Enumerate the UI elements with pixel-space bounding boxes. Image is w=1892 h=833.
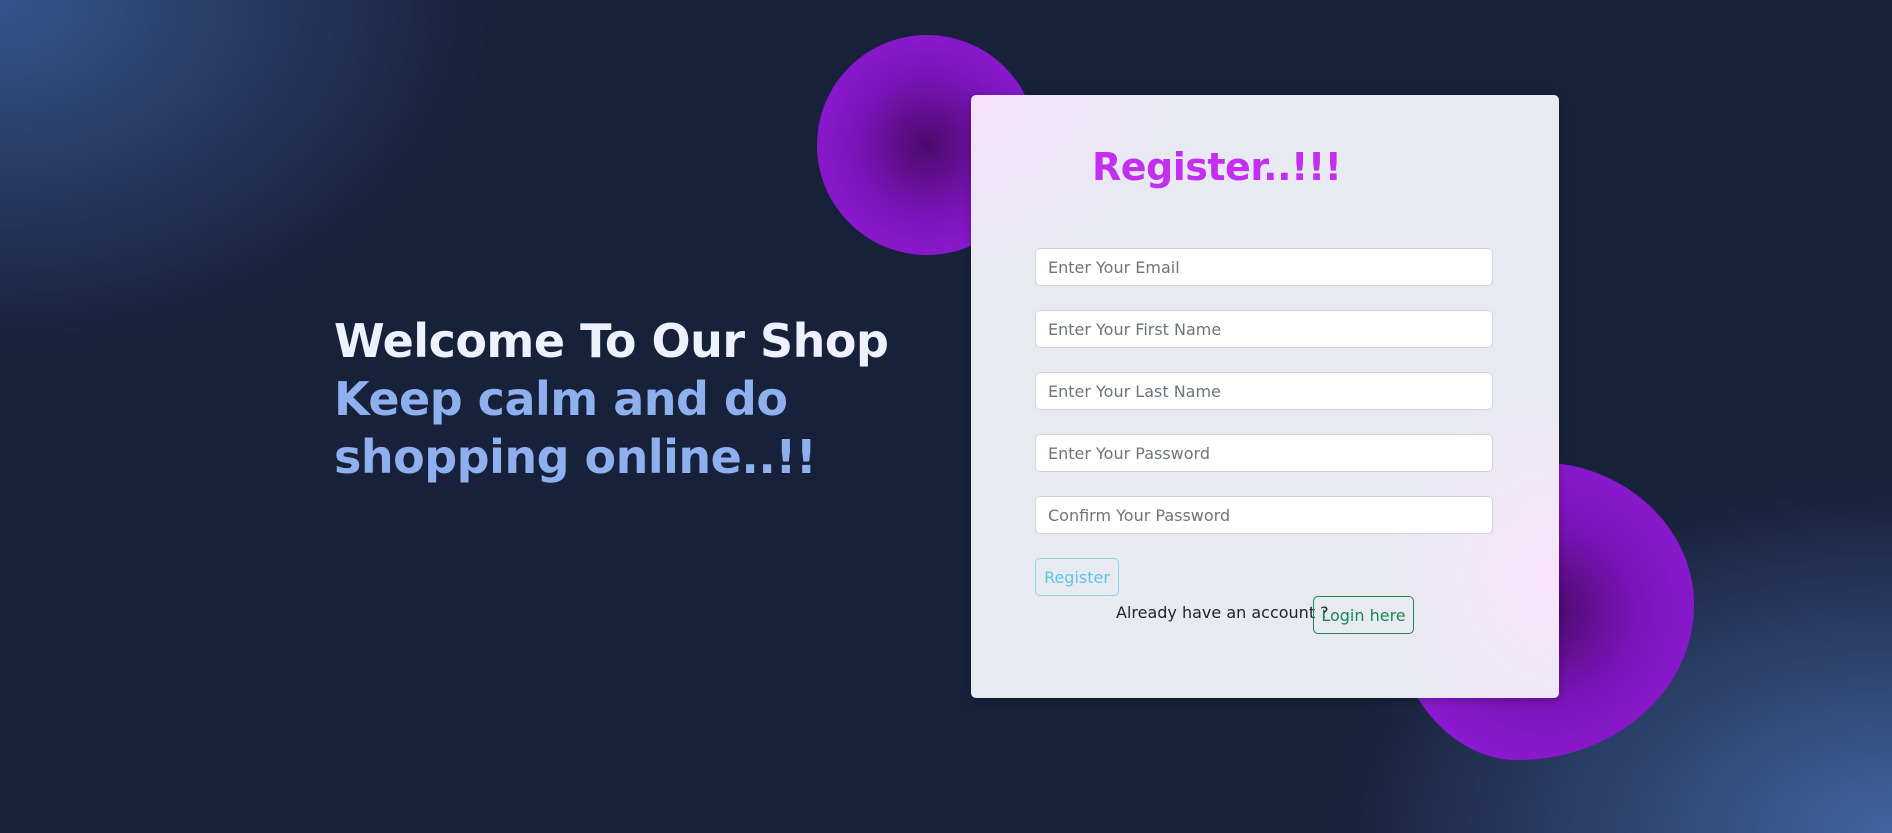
hero-section: Welcome To Our Shop Keep calm and do sho… [334,312,954,486]
email-input[interactable] [1035,248,1493,286]
hero-subtitle-line-2: shopping online..!! [334,430,817,484]
hero-title: Welcome To Our Shop [334,314,889,368]
hero-subtitle-line-1: Keep calm and do [334,372,788,426]
last-name-input[interactable] [1035,372,1493,410]
confirm-password-input[interactable] [1035,496,1493,534]
first-name-input[interactable] [1035,310,1493,348]
register-title: Register..!!! [1092,145,1342,189]
register-button[interactable]: Register [1035,558,1119,596]
password-input[interactable] [1035,434,1493,472]
register-card: Register..!!! Register Already have an a… [971,95,1559,698]
hero-subtitle: Keep calm and do shopping online..!! [334,370,954,486]
login-here-button[interactable]: Login here [1313,596,1414,634]
already-have-account-text: Already have an account ? [1116,603,1329,622]
